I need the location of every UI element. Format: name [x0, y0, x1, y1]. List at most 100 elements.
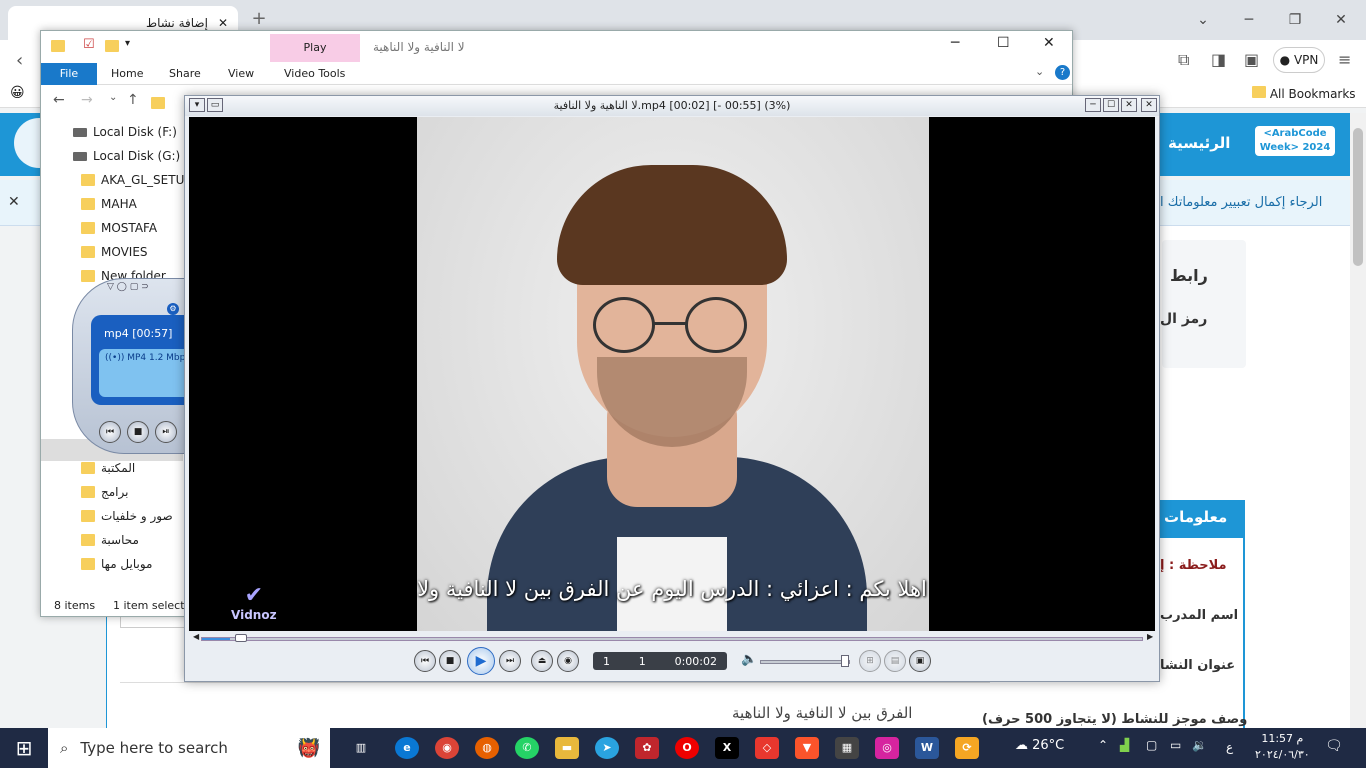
seek-forward-icon[interactable]: ▶ — [1147, 632, 1153, 641]
speaker-icon[interactable]: 🔉 — [1192, 738, 1207, 752]
record-icon[interactable]: ◉ — [557, 650, 579, 672]
new-tab-button[interactable]: + — [248, 8, 270, 30]
folder-item[interactable]: AKA_GL_SETUP — [81, 169, 192, 191]
folder-item[interactable]: برامج — [81, 481, 128, 503]
folder-item[interactable]: المكتبة — [81, 457, 135, 479]
mini-player-controls-icon[interactable]: ▽ ◯ ▢ ⊃ — [107, 282, 149, 292]
sidebar-icon[interactable]: ◨ — [1211, 50, 1226, 69]
chevron-up-icon[interactable]: ⌃ — [1098, 738, 1108, 752]
play-context-tab[interactable]: Play — [270, 34, 360, 62]
quick-access-dropdown-icon[interactable]: ▾ — [125, 38, 130, 49]
minimize-icon[interactable]: ─ — [1226, 8, 1272, 32]
folder-item[interactable]: محاسبة — [81, 529, 139, 551]
menu-dropdown-icon[interactable]: ▾ — [189, 98, 205, 112]
edge-icon[interactable]: e — [395, 737, 419, 759]
whatsapp-icon[interactable]: ✆ — [515, 737, 539, 759]
taskbar-search[interactable]: ⌕ Type here to search 👹 — [48, 728, 330, 768]
brave-icon[interactable]: ▼ — [795, 737, 819, 759]
word-icon[interactable]: W — [915, 737, 939, 759]
seek-back-icon[interactable]: ◀ — [193, 632, 199, 641]
close-window-icon[interactable]: ✕ — [1318, 8, 1364, 32]
close-window-icon[interactable]: ✕ — [1141, 98, 1157, 112]
emoji-bookmark-icon[interactable]: 😀 — [10, 85, 25, 101]
calculator-icon[interactable]: ▦ — [835, 737, 859, 759]
extensions-icon[interactable]: ⧉ — [1178, 50, 1189, 70]
recent-locations-icon[interactable]: ⌄ — [109, 92, 117, 103]
close-icon[interactable]: ✕ — [1043, 35, 1055, 51]
play-pause-icon[interactable]: ⏯ — [155, 421, 177, 443]
red-app-icon[interactable]: ✿ — [635, 737, 659, 759]
chevron-down-icon[interactable]: ⌄ — [1035, 65, 1044, 78]
video-canvas[interactable]: ✔ Vidnoz اهلا بكم : اعزائي : الدرس اليوم… — [189, 117, 1155, 631]
wallet-icon[interactable]: ▣ — [1244, 50, 1259, 69]
tab-share[interactable]: Share — [169, 63, 201, 85]
seek-thumb[interactable] — [235, 634, 247, 642]
clock[interactable]: 11:57 م ٢٠٢٤/٠٦/٣٠ — [1255, 731, 1310, 763]
folder-item[interactable]: موبايل مها — [81, 553, 152, 575]
play-button[interactable]: ▶ — [467, 647, 495, 675]
help-icon[interactable]: ? — [1055, 65, 1070, 80]
subtitle-toggle-icon[interactable]: ⊞ — [859, 650, 881, 672]
mini-mode-icon[interactable]: ▭ — [207, 98, 223, 112]
tab-file[interactable]: File — [41, 63, 97, 85]
next-icon[interactable]: ⏭ — [499, 650, 521, 672]
tab-view[interactable]: View — [228, 63, 254, 85]
telegram-icon[interactable]: ➤ — [595, 737, 619, 759]
weather[interactable]: ☁ 26°C — [1015, 738, 1064, 753]
folder-item[interactable]: صور و خلفيات — [81, 505, 173, 527]
vpn-button[interactable]: ● VPN — [1273, 47, 1325, 73]
meet-icon[interactable]: ▢ — [1146, 738, 1157, 752]
scroll-thumb[interactable] — [1353, 128, 1363, 266]
up-arrow-icon[interactable]: ↑ — [127, 92, 139, 108]
firefox-icon[interactable]: ◍ — [475, 737, 499, 759]
maximize-icon[interactable]: ☐ — [1103, 98, 1119, 112]
drive-item[interactable]: Local Disk (F:) — [73, 121, 177, 143]
video-player-icon[interactable]: ⟳ — [955, 737, 979, 759]
notification-icon[interactable]: 🗨 — [1325, 738, 1343, 754]
site-home-link[interactable]: الرئيسية — [1168, 134, 1230, 152]
chevron-down-icon[interactable]: ⌄ — [1180, 8, 1226, 32]
task-view-icon[interactable]: ▥ — [349, 737, 373, 759]
drive-item[interactable]: Local Disk (G:) — [73, 145, 180, 167]
open-file-icon[interactable]: ⏏ — [531, 650, 553, 672]
seek-bar[interactable] — [201, 637, 1143, 641]
close-icon[interactable]: ✕ — [1121, 98, 1137, 112]
all-bookmarks[interactable]: All Bookmarks — [1252, 86, 1356, 101]
new-folder-icon[interactable] — [105, 40, 119, 52]
tab-home[interactable]: Home — [111, 63, 143, 85]
activity-title-input[interactable]: الفرق بين لا النافية ولا الناهية — [732, 704, 912, 722]
minimize-icon[interactable]: ─ — [1085, 98, 1101, 112]
file-explorer-icon[interactable]: ▬ — [555, 737, 579, 759]
folder-item[interactable]: MOSTAFA — [81, 217, 157, 239]
site-logo[interactable]: <ArabCode Week> 2024 — [1255, 126, 1335, 156]
anydesk-icon[interactable]: ◇ — [755, 737, 779, 759]
properties-icon[interactable]: ☑ — [83, 37, 95, 52]
chrome-icon[interactable]: ◉ — [435, 737, 459, 759]
minimize-icon[interactable]: ─ — [951, 35, 959, 51]
volume-slider[interactable] — [760, 660, 850, 664]
folder-item[interactable]: MAHA — [81, 193, 137, 215]
fullscreen-icon[interactable]: ▣ — [909, 650, 931, 672]
restore-icon[interactable]: ❐ — [1272, 8, 1318, 32]
previous-icon[interactable]: ⏮ — [99, 421, 121, 443]
instagram-icon[interactable]: ◎ — [875, 737, 899, 759]
folder-item[interactable]: MOVIES — [81, 241, 148, 263]
back-arrow-icon[interactable]: ← — [53, 92, 65, 108]
playlist-icon[interactable]: ▤ — [884, 650, 906, 672]
close-icon[interactable]: ✕ — [8, 194, 20, 210]
volume-thumb[interactable] — [841, 655, 849, 667]
back-arrow-icon[interactable]: ‹ — [16, 50, 23, 71]
forward-arrow-icon[interactable]: → — [81, 92, 93, 108]
previous-icon[interactable]: ⏮ — [414, 650, 436, 672]
mini-eq-icon[interactable]: ⚙ — [167, 303, 179, 315]
windows-start-icon[interactable]: ⊞ — [0, 728, 48, 768]
stop-icon[interactable]: ■ — [439, 650, 461, 672]
x-icon[interactable]: X — [715, 737, 739, 759]
app-tray-icon[interactable]: ▟ — [1120, 738, 1129, 752]
network-icon[interactable]: ▭ — [1170, 738, 1181, 752]
mini-player[interactable]: ▽ ◯ ▢ ⊃ ⚙ mp4 [00:57] ((•)) MP4 1.2 Mbps… — [72, 278, 187, 454]
language-indicator[interactable]: ع — [1226, 740, 1233, 754]
stop-icon[interactable]: ■ — [127, 421, 149, 443]
maximize-icon[interactable]: ☐ — [997, 35, 1010, 51]
volume-icon[interactable]: 🔈 — [741, 652, 757, 667]
